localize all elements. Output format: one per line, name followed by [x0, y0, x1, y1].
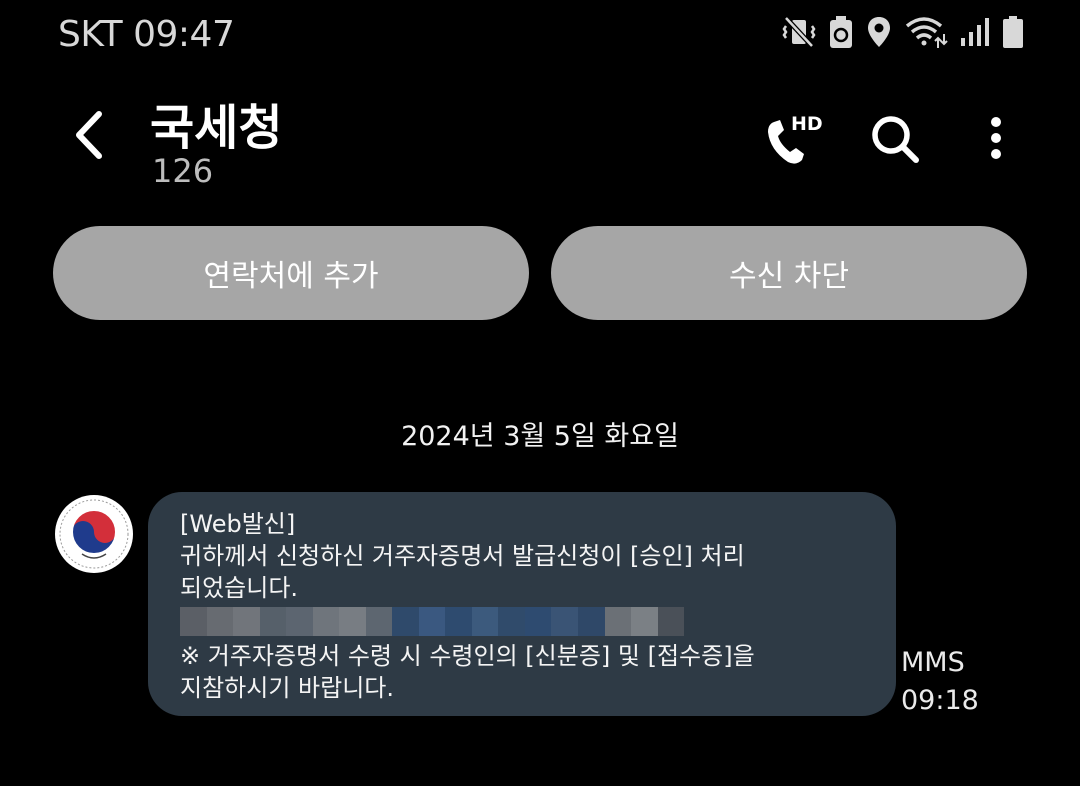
- svg-text:HD: HD: [791, 113, 823, 135]
- redaction-block: [206, 607, 234, 636]
- date-separator: 2024년 3월 5일 화요일: [401, 421, 679, 452]
- wifi-icon: [905, 17, 948, 48]
- redaction-block: [471, 607, 499, 636]
- message-line: ※ 거주자증명서 수령 시 수령인의 [신분증] 및 [접수증]을: [180, 642, 755, 670]
- government-emblem-icon: [55, 495, 133, 573]
- message-meta: MMS 09:18: [901, 644, 979, 720]
- conversation-header: 국세청 126 HD: [0, 80, 1080, 200]
- contact-number: 126: [152, 152, 214, 190]
- message-time: 09:18: [901, 685, 979, 716]
- redacted-text: [180, 607, 685, 636]
- redaction-block: [604, 607, 632, 636]
- hd-call-button[interactable]: HD: [760, 108, 824, 172]
- vibrate-mute-icon: [782, 16, 816, 48]
- redaction-block: [233, 607, 260, 636]
- message-line: 지참하시기 바랍니다.: [180, 674, 394, 702]
- message-line: [Web발신]: [180, 510, 296, 538]
- search-icon: [872, 116, 919, 163]
- status-bar: SKT 09:47: [0, 0, 1080, 70]
- more-options-icon: [991, 117, 1001, 159]
- redaction-block: [312, 607, 340, 636]
- contact-name: 국세청: [150, 100, 283, 156]
- redaction-block: [445, 607, 472, 636]
- message-line: 되었습니다.: [180, 574, 299, 602]
- redaction-block: [418, 607, 446, 636]
- redaction-block: [577, 607, 605, 636]
- back-arrow-icon: [76, 111, 102, 159]
- redaction-block: [657, 607, 685, 636]
- redaction-block: [365, 607, 393, 636]
- status-icons: [782, 14, 1024, 50]
- redaction-block: [631, 607, 658, 636]
- block-number-button[interactable]: 수신 차단: [551, 226, 1027, 320]
- message-line: 귀하께서 신청하신 거주자증명서 발급신청이 [승인] 처리: [180, 542, 745, 570]
- redaction-block: [392, 607, 419, 636]
- search-button[interactable]: [866, 110, 926, 170]
- redaction-block: [524, 607, 552, 636]
- battery-saver-icon: [830, 16, 852, 48]
- message-type: MMS: [901, 647, 965, 678]
- more-options-button[interactable]: [970, 110, 1022, 170]
- location-icon: [868, 17, 890, 47]
- redaction-block: [286, 607, 313, 636]
- redaction-block: [551, 607, 578, 636]
- carrier-time: SKT 09:47: [58, 14, 235, 55]
- hd-call-icon: HD: [768, 113, 823, 164]
- add-to-contacts-button[interactable]: 연락처에 추가: [53, 226, 529, 320]
- redaction-block: [259, 607, 287, 636]
- signal-icon: [961, 18, 989, 46]
- redaction-block: [339, 607, 366, 636]
- battery-icon: [1003, 16, 1023, 48]
- sender-avatar[interactable]: [54, 494, 134, 574]
- message-bubble[interactable]: [Web발신] 귀하께서 신청하신 거주자증명서 발급신청이 [승인] 처리 되…: [148, 492, 896, 716]
- redaction-block: [180, 607, 207, 636]
- redaction-block: [498, 607, 525, 636]
- back-button[interactable]: [62, 108, 116, 162]
